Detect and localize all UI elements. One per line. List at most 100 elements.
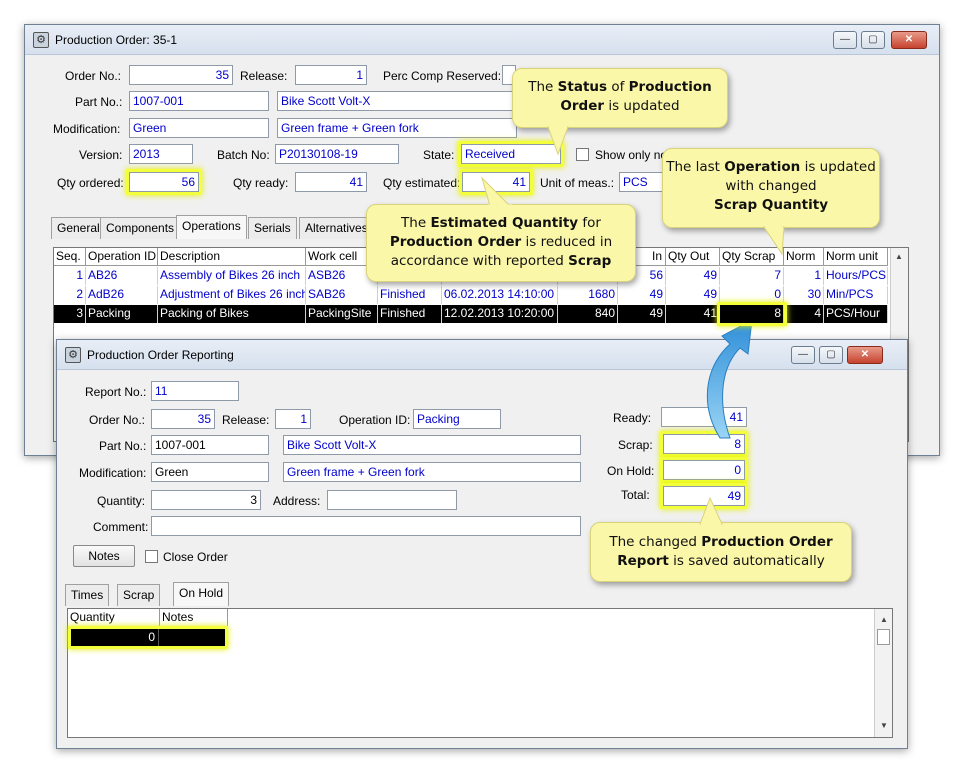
order-no-label: Order No.: <box>89 413 146 427</box>
close-button[interactable]: ✕ <box>847 346 883 364</box>
modification-desc-field[interactable]: Green frame + Green fork <box>283 462 581 482</box>
tab-serials[interactable]: Serials <box>248 217 297 239</box>
operation-id-field[interactable]: Packing <box>413 409 501 429</box>
callout-text: The <box>528 79 558 95</box>
cell-norm: 4 <box>784 305 824 323</box>
tab-operations[interactable]: Operations <box>176 215 247 239</box>
app-gear-icon: ⚙ <box>33 32 49 48</box>
maximize-button[interactable]: ▢ <box>819 346 843 364</box>
show-only-label: Show only no <box>595 148 668 162</box>
modification-field[interactable]: Green <box>151 462 269 482</box>
report-no-label: Report No.: <box>85 385 147 399</box>
title-bar[interactable]: ⚙ Production Order: 35-1 — ▢ ✕ <box>25 25 939 55</box>
tab-general[interactable]: General <box>51 217 106 239</box>
cell-seq: 2 <box>54 286 86 304</box>
callout-text: is updated <box>604 98 680 114</box>
report-no-field[interactable]: 11 <box>151 381 239 401</box>
qty-ready-field[interactable]: 41 <box>295 172 367 192</box>
col-qty-out[interactable]: Qty Out <box>666 248 720 266</box>
quantity-label: Quantity: <box>97 494 146 508</box>
cell-unit: Min/PCS <box>824 286 888 304</box>
version-label: Version: <box>79 148 123 162</box>
release-field[interactable]: 1 <box>275 409 311 429</box>
on-hold-scrollbar[interactable]: ▲ ▼ <box>874 609 892 737</box>
onhold-field[interactable]: 0 <box>663 460 745 480</box>
version-field[interactable]: 2013 <box>129 144 193 164</box>
col-operation-id[interactable]: Operation ID <box>86 248 158 266</box>
qty-ordered-field[interactable]: 56 <box>129 172 199 192</box>
callout-text: The last <box>666 159 725 175</box>
part-no-field[interactable]: 1007-001 <box>151 435 269 455</box>
part-desc-field[interactable]: Bike Scott Volt-X <box>283 435 581 455</box>
col-seq[interactable]: Seq. <box>54 248 86 266</box>
col-description[interactable]: Description <box>158 248 306 266</box>
part-desc-field[interactable]: Bike Scott Volt-X <box>277 91 517 111</box>
batch-field[interactable]: P20130108-19 <box>275 144 399 164</box>
on-hold-row[interactable]: 0 <box>71 629 225 646</box>
callout-report-pointer <box>699 496 723 526</box>
cell-op: AdB26 <box>86 286 158 304</box>
table-row[interactable]: 3 Packing Packing of Bikes PackingSite Finis… <box>54 305 890 323</box>
part-no-field[interactable]: 1007-001 <box>129 91 269 111</box>
window-title: Production Order: 35-1 <box>55 33 178 47</box>
cell-status: Finished <box>378 286 442 304</box>
scroll-up-icon[interactable]: ▲ <box>895 252 903 261</box>
col-quantity[interactable]: Quantity <box>68 609 160 627</box>
callout-text: The changed <box>609 534 702 550</box>
qty-ready-label: Qty ready: <box>233 176 289 190</box>
report-tabs: Times Scrap On Hold <box>65 582 265 606</box>
address-field[interactable] <box>327 490 457 510</box>
table-row[interactable]: 2 AdB26 Adjustment of Bikes 26 inch SAB26 Fi… <box>54 286 890 304</box>
cell-desc: Packing of Bikes <box>158 305 306 323</box>
minimize-button[interactable]: — <box>833 31 857 49</box>
cell-qout: 49 <box>666 286 720 304</box>
close-order-checkbox[interactable] <box>145 550 158 563</box>
quantity-field[interactable]: 3 <box>151 490 261 510</box>
release-label: Release: <box>222 413 270 427</box>
scroll-up-icon[interactable]: ▲ <box>880 615 888 624</box>
cell-norm: 30 <box>784 286 824 304</box>
report-window-title: Production Order Reporting <box>87 348 234 362</box>
part-no-label: Part No.: <box>75 95 123 109</box>
report-title-bar[interactable]: ⚙ Production Order Reporting — ▢ ✕ <box>57 340 907 370</box>
tab-alternatives[interactable]: Alternatives <box>299 217 374 239</box>
scroll-thumb[interactable] <box>877 629 890 645</box>
release-field[interactable]: 1 <box>295 65 367 85</box>
callout-status: The Status of Production Order is update… <box>512 68 728 128</box>
callout-operation-pointer <box>763 226 785 256</box>
cell-cell: PackingSite <box>306 305 378 323</box>
col-norm-unit[interactable]: Norm unit <box>824 248 888 266</box>
modification-label: Modification: <box>79 466 147 480</box>
order-no-field[interactable]: 35 <box>151 409 215 429</box>
cell-scrap: 7 <box>720 267 784 285</box>
tab-components[interactable]: Components <box>100 217 181 239</box>
cell-norm: 1 <box>784 267 824 285</box>
callout-estimated-pointer <box>480 176 512 208</box>
modification-desc-field[interactable]: Green frame + Green fork <box>277 118 517 138</box>
maximize-button[interactable]: ▢ <box>861 31 885 49</box>
tab-times[interactable]: Times <box>65 584 110 606</box>
callout-text: is saved automatically <box>668 553 825 569</box>
cell-qout: 49 <box>666 267 720 285</box>
cell-date: 12.02.2013 10:20:00 <box>442 305 558 323</box>
on-hold-grid: Quantity Notes 0 ▲ ▼ <box>67 608 893 738</box>
cell-cell: SAB26 <box>306 286 378 304</box>
close-button[interactable]: ✕ <box>891 31 927 49</box>
notes-button[interactable]: Notes <box>73 545 135 567</box>
modification-field[interactable]: Green <box>129 118 269 138</box>
order-no-field[interactable]: 35 <box>129 65 233 85</box>
close-order-label: Close Order <box>163 550 228 564</box>
comment-field[interactable] <box>151 516 581 536</box>
minimize-button[interactable]: — <box>791 346 815 364</box>
cell-scrap: 0 <box>720 286 784 304</box>
callout-status-pointer <box>547 126 569 156</box>
part-no-label: Part No.: <box>99 439 147 453</box>
tab-on-hold[interactable]: On Hold <box>173 582 230 606</box>
app-gear-icon: ⚙ <box>65 347 81 363</box>
cell-desc: Assembly of Bikes 26 inch <box>158 267 306 285</box>
scroll-down-icon[interactable]: ▼ <box>880 721 888 730</box>
tab-scrap[interactable]: Scrap <box>117 584 161 606</box>
callout-bold: Scrap Quantity <box>714 197 828 213</box>
address-label: Address: <box>273 494 321 508</box>
col-notes[interactable]: Notes <box>160 609 228 627</box>
